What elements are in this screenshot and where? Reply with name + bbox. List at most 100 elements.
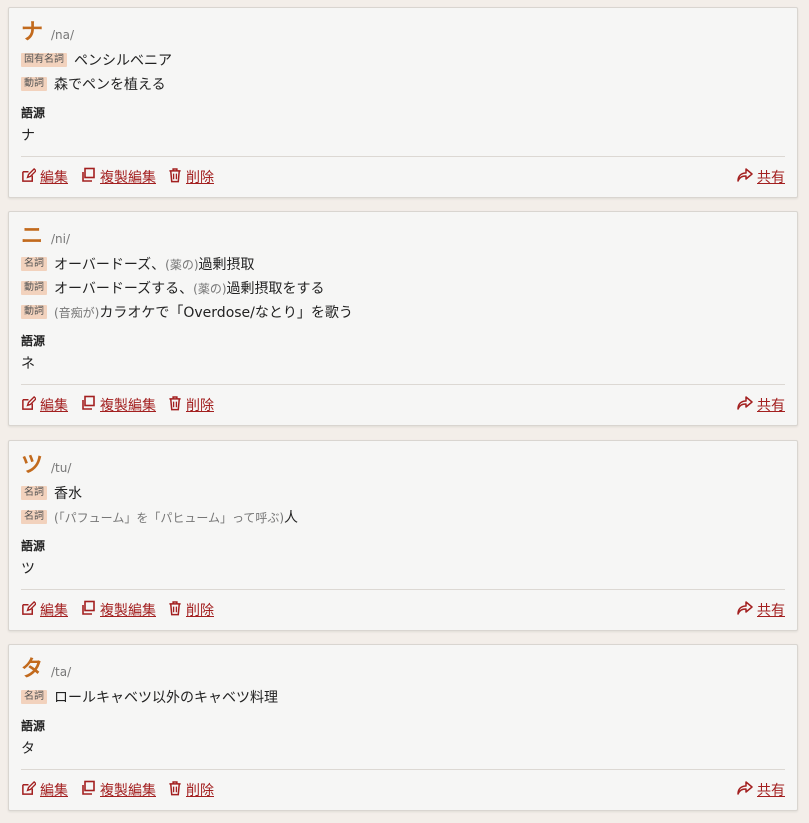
edit-label: 編集 <box>40 398 68 414</box>
delete-label: 削除 <box>186 603 214 619</box>
etymology-text: ツ <box>21 561 35 577</box>
sense-note: (「パフューム」を「パヒューム」って呼ぶ) <box>54 510 285 525</box>
share-button[interactable]: 共有 <box>737 780 785 800</box>
part-of-speech-badge: 名詞 <box>21 486 47 500</box>
entry-pronunciation: /tu/ <box>51 461 72 475</box>
sense-row: 名詞 香水 <box>21 481 785 505</box>
copy-icon <box>80 167 100 187</box>
delete-button[interactable]: 削除 <box>168 167 214 187</box>
delete-label: 削除 <box>186 398 214 414</box>
edit-button[interactable]: 編集 <box>21 167 68 187</box>
entry-pronunciation: /ni/ <box>51 232 71 246</box>
trash-icon <box>168 395 186 415</box>
share-label: 共有 <box>757 603 785 619</box>
entry-header: ナ/na/ <box>21 18 785 48</box>
entry-word: ナ <box>21 20 44 45</box>
sense-row: 動詞 森でペンを植える <box>21 72 785 96</box>
entry-card: ナ/na/固有名詞 ペンシルベニア 動詞 森でペンを植える 語源ナ編集 複製編集 削除 共有 <box>8 7 798 198</box>
trash-icon <box>168 780 186 800</box>
share-icon <box>737 781 757 799</box>
etymology-text: ネ <box>21 356 35 372</box>
etymology-label: 語源 <box>21 719 46 733</box>
part-of-speech-badge: 固有名詞 <box>21 53 67 67</box>
sense-note: (薬の) <box>165 257 199 272</box>
copy-icon <box>80 780 100 800</box>
delete-label: 削除 <box>186 783 214 799</box>
copy-edit-label: 複製編集 <box>100 603 156 619</box>
sense-row: 動詞 オーバードーズする、 (薬の) 過剰摂取をする <box>21 276 785 300</box>
delete-button[interactable]: 削除 <box>168 600 214 620</box>
sense-row: 名詞 ロールキャベツ以外のキャベツ料理 <box>21 685 785 709</box>
copy-edit-button[interactable]: 複製編集 <box>80 600 156 620</box>
etymology-text: タ <box>21 741 35 757</box>
edit-label: 編集 <box>40 783 68 799</box>
sense-text: 人 <box>284 510 299 526</box>
share-label: 共有 <box>757 398 785 414</box>
edit-label: 編集 <box>40 170 68 186</box>
entry-card: ツ/tu/名詞 香水 名詞 (「パフューム」を「パヒューム」って呼ぶ) 人語源ツ編集 複製… <box>8 440 798 631</box>
copy-edit-button[interactable]: 複製編集 <box>80 395 156 415</box>
share-icon <box>737 601 757 619</box>
entry-list: ナ/na/固有名詞 ペンシルベニア 動詞 森でペンを植える 語源ナ編集 複製編集 削除 共有ニ… <box>0 0 809 823</box>
edit-icon <box>21 395 40 415</box>
sense-text: 過剰摂取 <box>198 257 255 273</box>
edit-icon <box>21 780 40 800</box>
entry-actions: 編集 複製編集 削除 共有 <box>21 385 785 425</box>
share-icon <box>737 396 757 414</box>
entry-actions: 編集 複製編集 削除 共有 <box>21 157 785 197</box>
share-label: 共有 <box>757 783 785 799</box>
edit-button[interactable]: 編集 <box>21 600 68 620</box>
edit-icon <box>21 167 40 187</box>
part-of-speech-badge: 動詞 <box>21 281 47 295</box>
edit-button[interactable]: 編集 <box>21 780 68 800</box>
delete-button[interactable]: 削除 <box>168 780 214 800</box>
entry-pronunciation: /na/ <box>51 28 75 42</box>
copy-edit-button[interactable]: 複製編集 <box>80 167 156 187</box>
copy-icon <box>80 600 100 620</box>
etymology-label: 語源 <box>21 106 46 120</box>
delete-button[interactable]: 削除 <box>168 395 214 415</box>
etymology-label: 語源 <box>21 334 46 348</box>
copy-edit-button[interactable]: 複製編集 <box>80 780 156 800</box>
sense-text: 森でペンを植える <box>54 77 166 93</box>
sense-text: 過剰摂取をする <box>226 281 325 297</box>
copy-edit-label: 複製編集 <box>100 783 156 799</box>
entry-word: タ <box>21 657 44 682</box>
part-of-speech-badge: 動詞 <box>21 77 47 91</box>
share-button[interactable]: 共有 <box>737 167 785 187</box>
entry-word: ニ <box>21 224 44 249</box>
sense-text: カラオケで「Overdose/なとり」を歌う <box>99 305 353 321</box>
edit-button[interactable]: 編集 <box>21 395 68 415</box>
sense-prefix: オーバードーズ、 <box>54 257 166 273</box>
edit-label: 編集 <box>40 603 68 619</box>
sense-row: 動詞 (音痴が) カラオケで「Overdose/なとり」を歌う <box>21 300 785 324</box>
sense-row: 名詞 オーバードーズ、 (薬の) 過剰摂取 <box>21 252 785 276</box>
part-of-speech-badge: 名詞 <box>21 690 47 704</box>
sense-row: 固有名詞 ペンシルベニア <box>21 48 785 72</box>
share-button[interactable]: 共有 <box>737 395 785 415</box>
etymology-label: 語源 <box>21 539 46 553</box>
copy-edit-label: 複製編集 <box>100 398 156 414</box>
sense-note: (薬の) <box>193 281 227 296</box>
part-of-speech-badge: 名詞 <box>21 257 47 271</box>
entry-header: ニ/ni/ <box>21 222 785 252</box>
etymology-text: ナ <box>21 128 35 144</box>
trash-icon <box>168 600 186 620</box>
entry-pronunciation: /ta/ <box>51 665 72 679</box>
copy-edit-label: 複製編集 <box>100 170 156 186</box>
share-button[interactable]: 共有 <box>737 600 785 620</box>
entry-header: タ/ta/ <box>21 655 785 685</box>
share-label: 共有 <box>757 170 785 186</box>
sense-text: 香水 <box>54 486 82 502</box>
entry-card: ニ/ni/名詞 オーバードーズ、 (薬の) 過剰摂取 動詞 オーバードーズする、 (薬の) 過… <box>8 211 798 426</box>
part-of-speech-badge: 名詞 <box>21 510 47 524</box>
sense-row: 名詞 (「パフューム」を「パヒューム」って呼ぶ) 人 <box>21 505 785 529</box>
share-icon <box>737 168 757 186</box>
entry-header: ツ/tu/ <box>21 451 785 481</box>
copy-icon <box>80 395 100 415</box>
sense-prefix: オーバードーズする、 <box>54 281 194 297</box>
entry-actions: 編集 複製編集 削除 共有 <box>21 590 785 630</box>
entry-word: ツ <box>21 453 44 478</box>
edit-icon <box>21 600 40 620</box>
entry-card: タ/ta/名詞 ロールキャベツ以外のキャベツ料理 語源タ編集 複製編集 削除 共有 <box>8 644 798 811</box>
